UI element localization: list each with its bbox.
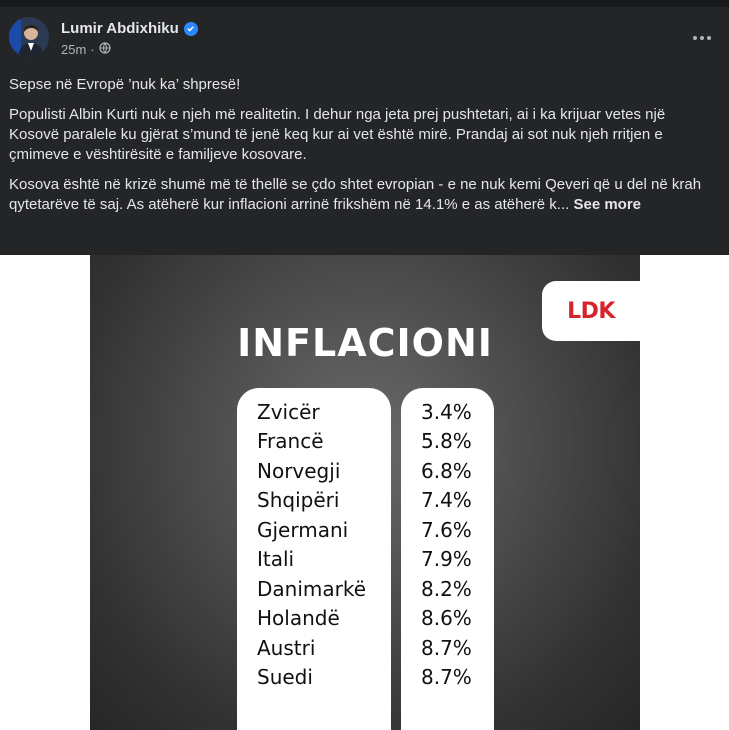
- author-name-text[interactable]: Lumir Abdixhiku: [61, 20, 179, 37]
- post-card: Lumir Abdixhiku 25m · Sepse në Evropë ’n…: [0, 7, 729, 255]
- country-label: Zvicër: [257, 400, 320, 424]
- avatar[interactable]: [9, 17, 49, 57]
- inflation-value: 6.8%: [421, 459, 472, 483]
- country-label: Itali: [257, 547, 295, 571]
- post-image[interactable]: LDK INFLACIONI Zvicër Francë Norvegji Sh…: [90, 255, 640, 730]
- inflation-value: 7.9%: [421, 547, 472, 571]
- country-label: Austri: [257, 636, 316, 660]
- post-paragraph: Kosova është në krizë shumë më të thellë…: [9, 175, 717, 215]
- country-label: Holandë: [257, 606, 340, 630]
- post-meta: 25m ·: [61, 42, 111, 57]
- image-title: INFLACIONI: [237, 321, 493, 365]
- country-label: Gjermani: [257, 518, 349, 542]
- country-label: Francë: [257, 429, 324, 453]
- country-label: Norvegji: [257, 459, 341, 483]
- inflation-value: 7.6%: [421, 518, 472, 542]
- post-paragraph: Populisti Albin Kurti nuk e njeh më real…: [9, 106, 666, 163]
- inflation-value: 3.4%: [421, 400, 472, 424]
- see-more-link[interactable]: See more: [573, 196, 641, 213]
- verified-badge-icon: [183, 21, 198, 36]
- inflation-value: 8.6%: [421, 606, 472, 630]
- post-media[interactable]: LDK INFLACIONI Zvicër Francë Norvegji Sh…: [0, 255, 729, 730]
- value-column: 3.4% 5.8% 6.8% 7.4% 7.6% 7.9% 8.2% 8.6% …: [401, 388, 494, 730]
- author-name[interactable]: Lumir Abdixhiku: [61, 20, 198, 37]
- post-text: Sepse në Evropë ’nuk ka’ shpresë! Populi…: [9, 75, 717, 225]
- globe-icon: [99, 42, 111, 57]
- inflation-value: 8.7%: [421, 665, 472, 689]
- post-time[interactable]: 25m: [61, 42, 86, 57]
- ldk-logo-text: LDK: [567, 298, 615, 324]
- country-column: Zvicër Francë Norvegji Shqipëri Gjermani…: [237, 388, 391, 730]
- top-bar: [0, 0, 729, 7]
- inflation-value: 8.7%: [421, 636, 472, 660]
- country-label: Danimarkë: [257, 577, 367, 601]
- country-label: Suedi: [257, 665, 313, 689]
- more-options-icon[interactable]: [688, 29, 716, 47]
- inflation-value: 8.2%: [421, 577, 472, 601]
- post-paragraph: Sepse në Evropë ’nuk ka’ shpresë!: [9, 76, 241, 93]
- meta-separator: ·: [90, 42, 95, 57]
- inflation-value: 7.4%: [421, 488, 472, 512]
- inflation-value: 5.8%: [421, 429, 472, 453]
- country-label: Shqipëri: [257, 488, 340, 512]
